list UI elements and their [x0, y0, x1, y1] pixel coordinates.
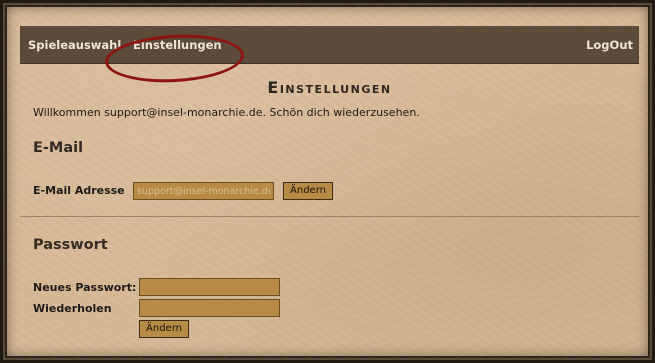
top-navbar: Spieleauswahl Einstellungen LogOut — [20, 26, 639, 86]
nav-logout-link[interactable]: LogOut — [586, 26, 633, 64]
repeat-password-label: Wiederholen — [33, 302, 112, 315]
section-divider — [20, 216, 639, 217]
new-password-label: Neues Passwort: — [33, 281, 137, 294]
welcome-message: Willkommen support@insel-monarchie.de. S… — [33, 106, 420, 119]
page-title: Einstellungen — [267, 78, 392, 97]
nav-settings-link[interactable]: Einstellungen — [133, 26, 222, 64]
password-section-heading: Passwort — [33, 237, 108, 253]
change-email-button[interactable]: Ändern — [283, 182, 333, 200]
nav-games-link[interactable]: Spieleauswahl — [28, 26, 121, 64]
change-password-button[interactable]: Ändern — [139, 320, 189, 338]
email-label: E-Mail Adresse — [33, 184, 125, 197]
new-password-field[interactable] — [139, 278, 280, 296]
email-section-heading: E-Mail — [33, 140, 84, 156]
app-frame: Spieleauswahl Einstellungen LogOut Einst… — [3, 3, 652, 360]
email-field[interactable] — [133, 182, 274, 200]
repeat-password-field[interactable] — [139, 299, 280, 317]
